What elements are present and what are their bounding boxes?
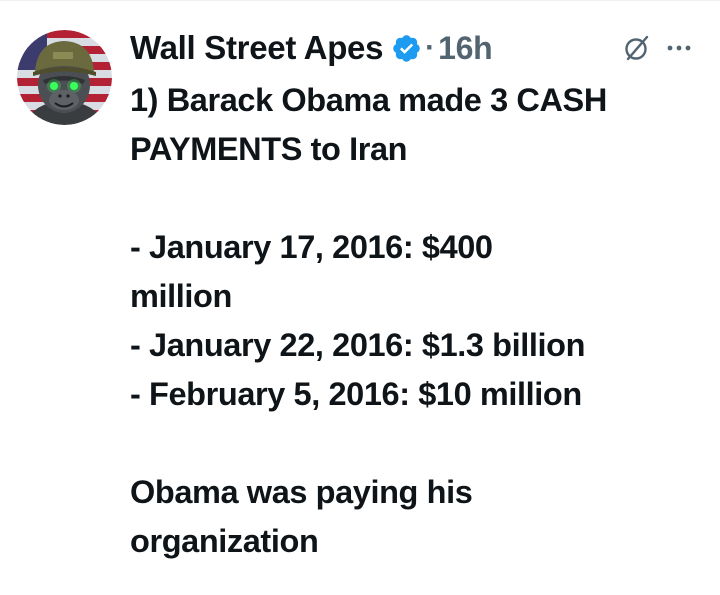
tweet-line: - January 17, 2016: $400: [130, 229, 493, 265]
verified-badge-icon[interactable]: [391, 33, 422, 64]
gorilla-soldier-avatar-icon: [17, 30, 112, 125]
tweet-line: PAYMENTS to Iran: [130, 131, 408, 167]
author-name[interactable]: Wall Street Apes: [130, 29, 383, 67]
tweet[interactable]: Wall Street Apes · 16h 1) Barack Obama m…: [0, 0, 720, 595]
tweet-line: million: [130, 278, 232, 314]
tweet-line: - January 22, 2016: $1.3 billion: [130, 327, 586, 363]
tweet-line: organization: [130, 523, 319, 559]
tweet-line: Obama was paying his: [130, 474, 473, 510]
grok-icon[interactable]: [623, 34, 651, 62]
tweet-header: Wall Street Apes · 16h: [130, 28, 493, 68]
tweet-text: 1) Barack Obama made 3 CASH PAYMENTS to …: [130, 76, 710, 566]
tweet-line: 1) Barack Obama made 3 CASH: [130, 82, 607, 118]
tweet-line: - February 5, 2016: $10 million: [130, 376, 582, 412]
separator-dot: ·: [425, 31, 436, 64]
more-icon[interactable]: [664, 38, 694, 58]
timestamp[interactable]: 16h: [438, 30, 493, 67]
avatar[interactable]: [17, 30, 112, 125]
